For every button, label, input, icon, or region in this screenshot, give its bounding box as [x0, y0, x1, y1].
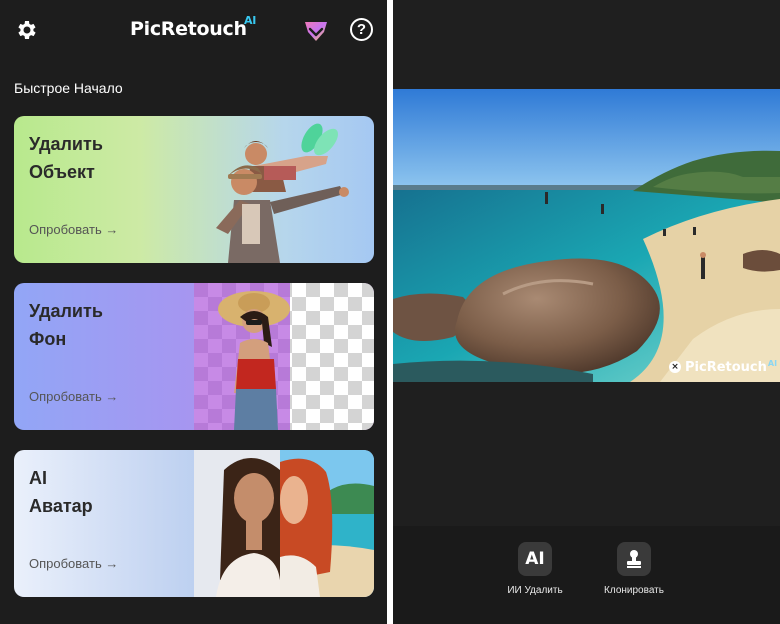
ai-icon: AI	[518, 542, 552, 576]
help-circle-icon[interactable]: ?	[350, 18, 373, 41]
avatar-illustration	[194, 450, 374, 597]
card-title: Удалить Фон	[29, 301, 103, 349]
watermark-text: PicRetouch	[685, 359, 767, 375]
close-icon[interactable]: ×	[669, 361, 681, 373]
tool-panel: AI ИИ Удалить Клонировать	[393, 526, 780, 624]
clone-tool[interactable]: Клонировать	[589, 542, 679, 596]
logo-text: PicRetouch	[130, 18, 247, 40]
gem-icon[interactable]	[303, 18, 329, 42]
try-link[interactable]: Опробовать →	[29, 389, 118, 404]
beach-photo	[393, 89, 780, 382]
ai-remove-tool[interactable]: AI ИИ Удалить	[490, 542, 580, 596]
remove-object-card[interactable]: Удалить Объект Опробовать →	[14, 116, 374, 263]
editor-screen: × PicRetouch AI AI ИИ Удалить Клонироват…	[393, 0, 780, 624]
section-title: Быстрое Начало	[14, 80, 123, 96]
home-screen: PicRetouch AI ? Быстрое Начало Удалить О…	[0, 0, 387, 624]
beach-photo-canvas[interactable]: × PicRetouch AI	[393, 89, 780, 382]
watermark-badge[interactable]: × PicRetouch AI	[669, 359, 777, 375]
top-bar: PicRetouch AI ?	[0, 0, 387, 62]
remove-background-card[interactable]: Удалить Фон Опробовать →	[14, 283, 374, 430]
card-title: AI Аватар	[29, 468, 93, 516]
watermark-ai-badge: AI	[767, 358, 778, 368]
ai-avatar-card[interactable]: AI Аватар Опробовать →	[14, 450, 374, 597]
woman-transparency-illustration	[194, 283, 374, 430]
tool-label: ИИ Удалить	[507, 585, 563, 596]
ai-icon-text: AI	[525, 549, 545, 569]
people-illustration	[216, 123, 349, 263]
logo-ai-badge: AI	[244, 14, 257, 27]
app-logo: PicRetouch AI	[130, 14, 256, 40]
try-link[interactable]: Опробовать →	[29, 556, 118, 571]
card-title: Удалить Объект	[29, 134, 103, 182]
try-link[interactable]: Опробовать →	[29, 222, 118, 237]
gear-icon[interactable]	[14, 18, 38, 42]
stamp-glyph	[627, 550, 641, 568]
stamp-icon	[617, 542, 651, 576]
tool-label: Клонировать	[604, 585, 664, 596]
